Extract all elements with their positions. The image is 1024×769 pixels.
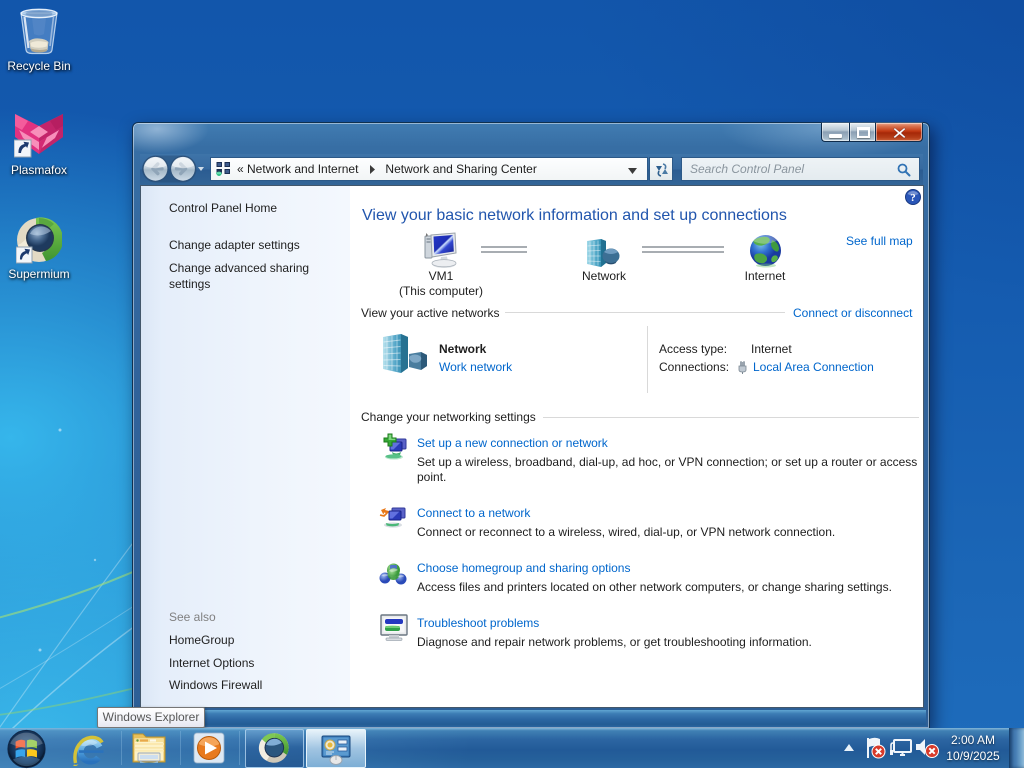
svg-text:?: ? [910, 192, 916, 204]
